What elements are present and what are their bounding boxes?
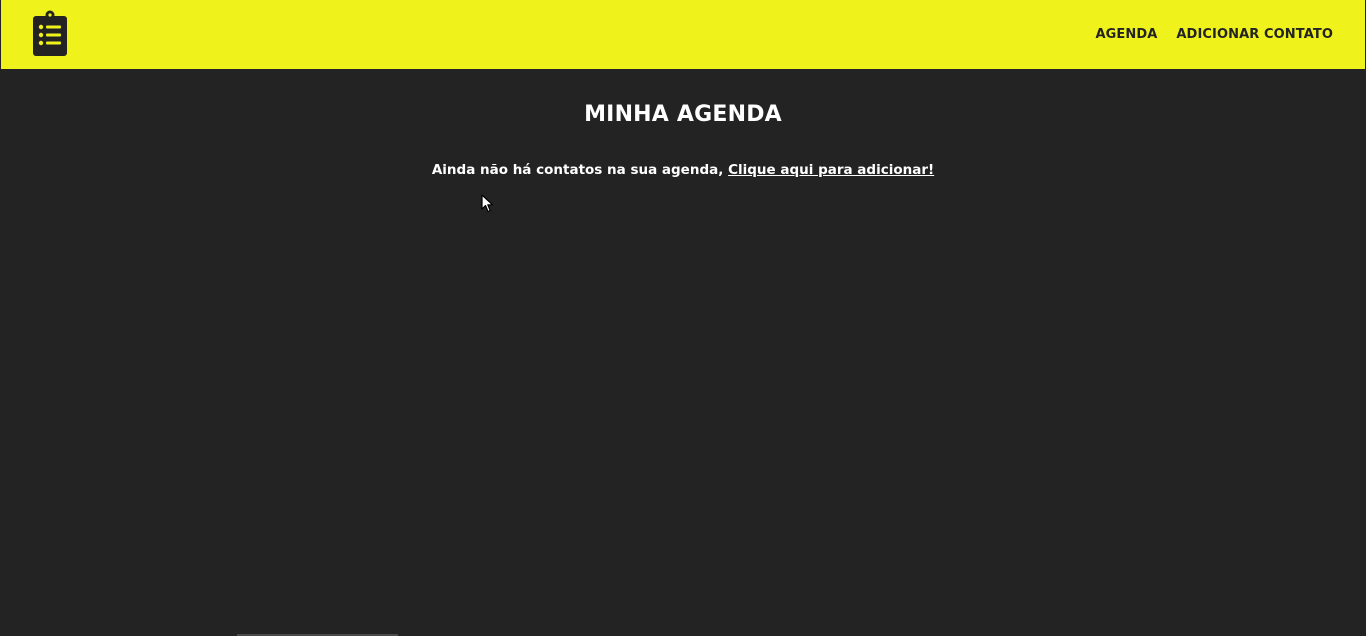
empty-state-message: Ainda não há contatos na sua agenda, Cli…: [0, 160, 1366, 180]
nav-link-agenda[interactable]: AGENDA: [1095, 28, 1157, 41]
empty-state-text: Ainda não há contatos na sua agenda,: [431, 162, 729, 178]
mouse-pointer-icon: [481, 194, 494, 213]
page-title: MINHA AGENDA: [584, 102, 782, 127]
add-contact-link[interactable]: Clique aqui para adicionar!: [728, 162, 934, 178]
nav-links: AGENDA ADICIONAR CONTATO: [1095, 0, 1333, 69]
clipboard-list-icon[interactable]: [32, 10, 68, 58]
main-content: MINHA AGENDA Ainda não há contatos na su…: [0, 69, 1366, 636]
navbar: AGENDA ADICIONAR CONTATO: [0, 0, 1366, 69]
nav-link-adicionar-contato[interactable]: ADICIONAR CONTATO: [1176, 28, 1333, 41]
